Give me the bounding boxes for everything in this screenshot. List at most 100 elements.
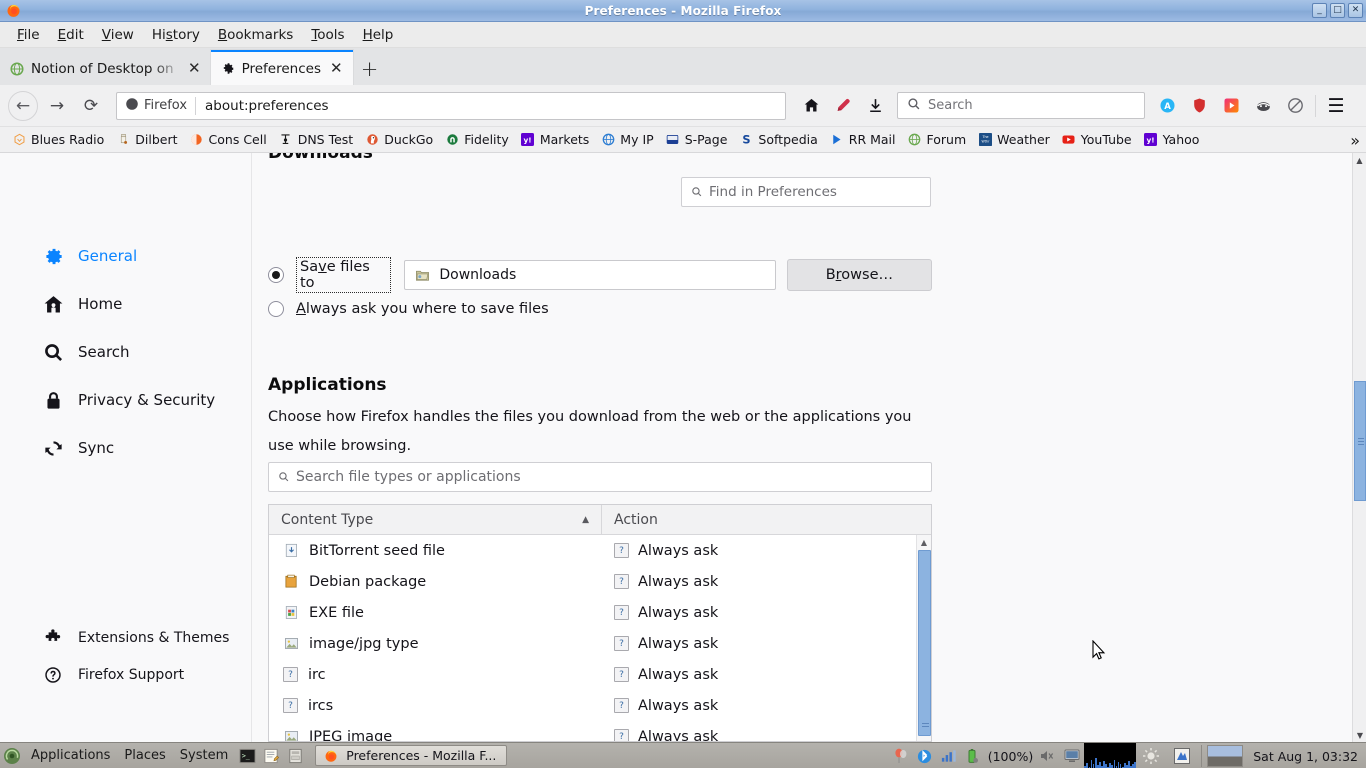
cell-action[interactable]: ? Always ask	[602, 543, 931, 559]
sidebar-item-privacy-security[interactable]: Privacy & Security	[0, 381, 251, 419]
bookmark-weather[interactable]: The Wthr Weather	[972, 130, 1056, 149]
app-menu-button[interactable]: ☰	[1321, 91, 1351, 121]
menu-view[interactable]: View	[93, 25, 143, 45]
menu-file[interactable]: File	[8, 25, 49, 45]
minimize-button[interactable]: _	[1312, 3, 1327, 18]
sidebar-item-firefox-support[interactable]: Firefox Support	[0, 659, 251, 691]
bookmark-softpedia[interactable]: S Softpedia	[733, 130, 823, 149]
ubuntu-menu-icon[interactable]	[1, 746, 23, 766]
volume-muted-icon[interactable]	[1037, 746, 1059, 766]
browse-button[interactable]: Browse…	[786, 259, 932, 291]
bookmark-dilbert[interactable]: Dilbert	[110, 130, 183, 149]
table-row[interactable]: EXE file? Always ask	[269, 597, 931, 628]
save-files-to-radio[interactable]	[268, 267, 284, 283]
terminal-icon[interactable]: >_	[236, 746, 258, 766]
home-icon[interactable]	[796, 91, 826, 121]
files-icon[interactable]	[284, 746, 306, 766]
find-in-preferences-input[interactable]: Find in Preferences	[681, 177, 931, 207]
table-row[interactable]: ? irc? Always ask	[269, 659, 931, 690]
menu-help[interactable]: Help	[354, 25, 403, 45]
bookmark-forum[interactable]: Forum	[902, 130, 973, 149]
tab-preferences[interactable]: Preferences ✕	[210, 50, 353, 85]
bookmark-markets[interactable]: y! Markets	[515, 130, 595, 149]
network-icon[interactable]	[938, 746, 960, 766]
bookmark-icon[interactable]	[828, 91, 858, 121]
new-tab-button[interactable]: +	[353, 52, 387, 85]
cell-action[interactable]: ? Always ask	[602, 574, 931, 590]
workspace-switcher-icon[interactable]	[1167, 746, 1197, 766]
adblock-icon[interactable]: A	[1152, 91, 1182, 121]
sidebar-item-general[interactable]: General	[0, 237, 251, 275]
table-row[interactable]: JPEG image? Always ask	[269, 721, 931, 741]
table-scrollbar-thumb[interactable]	[918, 550, 931, 736]
download-icon[interactable]	[860, 91, 890, 121]
cell-action[interactable]: ? Always ask	[602, 636, 931, 652]
maximize-button[interactable]: □	[1330, 3, 1345, 18]
battery-icon[interactable]	[962, 746, 984, 766]
table-scrollbar[interactable]: ▲	[916, 535, 931, 741]
sidebar-item-home[interactable]: Home	[0, 285, 251, 323]
back-button[interactable]: ←	[8, 90, 38, 121]
sidebar-item-sync[interactable]: Sync	[0, 429, 251, 467]
scroll-up-icon[interactable]: ▲	[917, 535, 931, 549]
privacy-badger-icon[interactable]	[1248, 91, 1278, 121]
tab-close-icon[interactable]: ✕	[186, 61, 203, 76]
menu-tools[interactable]: Tools	[302, 25, 353, 45]
shield-icon[interactable]	[1184, 91, 1214, 121]
forward-button[interactable]: →	[42, 91, 72, 121]
tab-notion-of-desktop[interactable]: Notion of Desktop on Ub ✕	[0, 52, 211, 85]
bookmark-youtube[interactable]: YouTube	[1056, 130, 1138, 149]
cell-action[interactable]: ? Always ask	[602, 698, 931, 714]
page-scroll-up-icon[interactable]: ▲	[1353, 153, 1366, 167]
column-header-content-type[interactable]: Content Type ▲	[269, 505, 602, 534]
menu-history[interactable]: History	[143, 25, 209, 45]
applications-search-input[interactable]: Search file types or applications	[268, 462, 932, 492]
page-scrollbar-thumb[interactable]	[1354, 381, 1366, 501]
reload-button[interactable]: ⟳	[76, 91, 106, 121]
taskbar-window-button[interactable]: Preferences - Mozilla F...	[315, 745, 508, 766]
always-ask-label[interactable]: Always ask you where to save files	[296, 301, 549, 317]
bookmark-fidelity[interactable]: Fidelity	[439, 130, 515, 149]
text-editor-icon[interactable]	[260, 746, 282, 766]
bookmark-s-page[interactable]: S-Page	[660, 130, 734, 149]
table-row[interactable]: image/jpg type? Always ask	[269, 628, 931, 659]
close-button[interactable]: ✕	[1348, 3, 1363, 18]
bookmark-yahoo[interactable]: y! Yahoo	[1138, 130, 1206, 149]
display-icon[interactable]	[1061, 746, 1083, 766]
taskbar-menu-places[interactable]: Places	[117, 748, 172, 763]
cell-action[interactable]: ? Always ask	[602, 667, 931, 683]
video-downloader-icon[interactable]	[1216, 91, 1246, 121]
workspace-preview[interactable]	[1207, 745, 1244, 767]
bookmark-my-ip[interactable]: My IP	[595, 130, 659, 149]
page-scrollbar[interactable]: ▲ ▼	[1352, 153, 1366, 742]
tab-close-icon[interactable]: ✕	[328, 61, 345, 76]
table-row[interactable]: Debian package? Always ask	[269, 566, 931, 597]
download-folder-field[interactable]: Downloads	[404, 260, 776, 290]
page-scroll-down-icon[interactable]: ▼	[1353, 728, 1366, 742]
bluetooth-icon[interactable]	[914, 746, 936, 766]
bookmarks-overflow-icon[interactable]: »	[1350, 131, 1360, 150]
bookmark-dns-test[interactable]: DNS Test	[273, 130, 360, 149]
taskbar-menu-system[interactable]: System	[173, 748, 235, 763]
search-bar[interactable]: Search	[897, 92, 1145, 119]
bookmark-rr-mail[interactable]: RR Mail	[824, 130, 902, 149]
menu-bookmarks[interactable]: Bookmarks	[209, 25, 302, 45]
noscript-icon[interactable]	[1280, 91, 1310, 121]
table-row[interactable]: BitTorrent seed file? Always ask	[269, 535, 931, 566]
save-files-to-label[interactable]: Save files to	[296, 257, 392, 293]
brightness-icon[interactable]	[1137, 746, 1165, 766]
url-bar[interactable]: Firefox about:preferences	[116, 91, 786, 120]
cell-action[interactable]: ? Always ask	[602, 605, 931, 621]
menu-edit[interactable]: Edit	[49, 25, 93, 45]
cell-action[interactable]: ? Always ask	[602, 729, 931, 741]
identity-box[interactable]: Firefox	[125, 96, 195, 115]
column-header-action[interactable]: Action	[602, 505, 931, 534]
taskbar-menu-applications[interactable]: Applications	[24, 748, 117, 763]
bookmark-duckgo[interactable]: DuckGo	[359, 130, 439, 149]
balloon-icon[interactable]	[890, 746, 912, 766]
table-row[interactable]: ? ircs? Always ask	[269, 690, 931, 721]
always-ask-radio[interactable]	[268, 301, 284, 317]
bookmark-blues-radio[interactable]: Blues Radio	[6, 130, 110, 149]
sidebar-item-extensions-themes[interactable]: Extensions & Themes	[0, 622, 251, 654]
sidebar-item-search[interactable]: Search	[0, 333, 251, 371]
